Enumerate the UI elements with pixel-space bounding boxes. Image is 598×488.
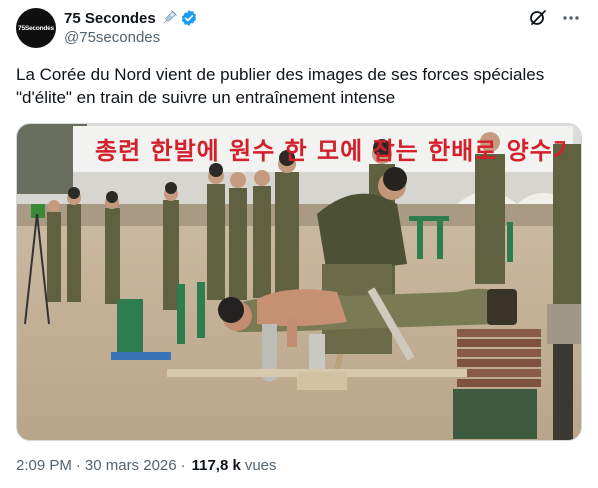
views-count[interactable]: 117,8 k [192, 457, 241, 474]
avatar-text: 75Secondes [18, 24, 54, 32]
grok-icon[interactable] [528, 8, 548, 28]
tweet-actions-top [528, 8, 580, 28]
views-label: vues [244, 457, 277, 474]
tweet-text-line: "d'élite" en train de suivre un entraîne… [16, 88, 396, 107]
display-name[interactable]: 75 Secondes [64, 10, 156, 27]
tweet-time[interactable]: 2:09 PM [16, 457, 72, 474]
more-options-icon[interactable] [562, 9, 580, 27]
tweet-meta: 2:09 PM · 30 mars 2026 · 117,8 k vues [16, 457, 277, 474]
account-handle[interactable]: @75secondes [64, 29, 160, 46]
syringe-icon [161, 10, 177, 26]
meta-separator: · [75, 457, 81, 474]
tweet-text: La Corée du Nord vient de publier des im… [16, 63, 582, 109]
tweet-text-line: La Corée du Nord vient de publier des im… [16, 65, 545, 84]
tweet-media-image[interactable]: 총련 한발에 원수 한 모에 잡는 한배로 양수가 [16, 123, 582, 441]
tweet-date[interactable]: 30 mars 2026 [85, 457, 177, 474]
training-photo [17, 124, 581, 440]
avatar[interactable]: 75Secondes [16, 8, 56, 48]
photo-banner-text: 총련 한발에 원수 한 모에 잡는 한배로 양수가 [95, 137, 565, 165]
meta-separator: · [180, 457, 186, 474]
verified-badge-icon[interactable] [180, 9, 198, 27]
account-name-row: 75 Secondes [64, 8, 198, 28]
